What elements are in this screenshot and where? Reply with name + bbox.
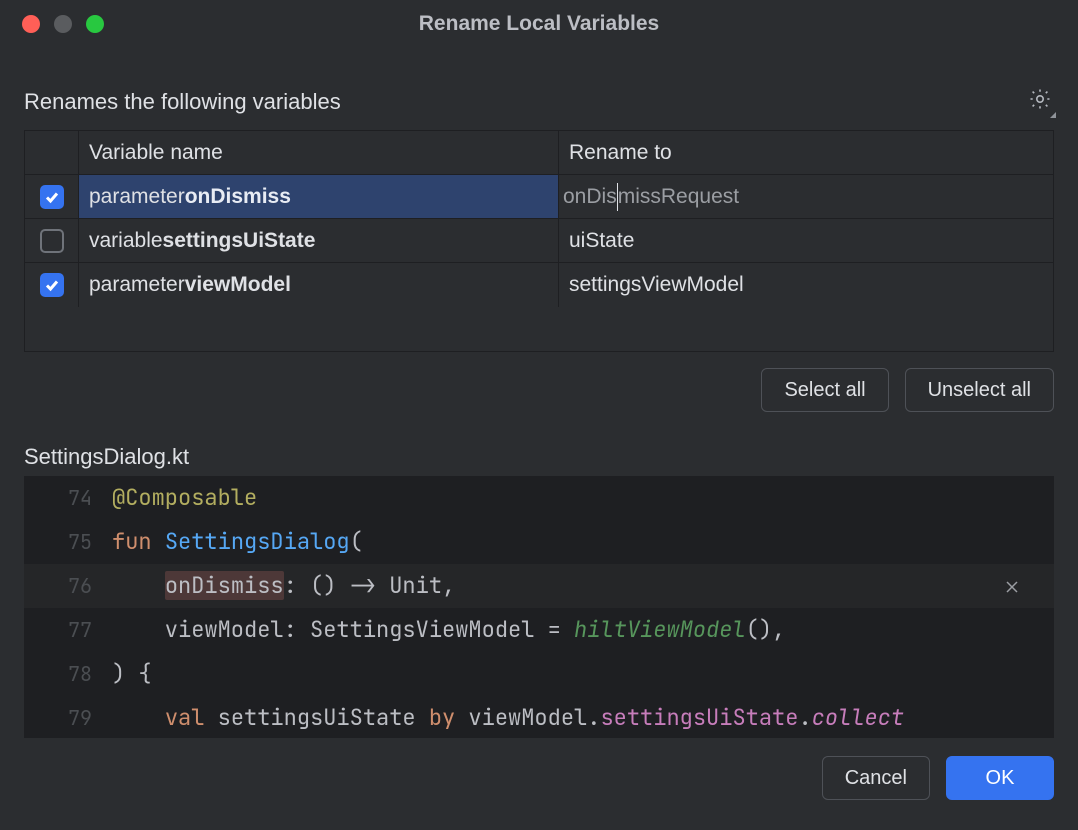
code-line: 74@Composable <box>24 476 1054 520</box>
variable-name-cell[interactable]: variable settingsUiState <box>79 219 559 262</box>
line-number: 74 <box>24 488 104 508</box>
code-line: 79 val settingsUiState by viewModel.sett… <box>24 696 1054 738</box>
row-checkbox[interactable] <box>40 273 64 297</box>
preview-filename: SettingsDialog.kt <box>24 444 1054 470</box>
column-header-name[interactable]: Variable name <box>79 131 559 174</box>
table-header: Variable name Rename to <box>25 131 1053 175</box>
code-line: 75fun SettingsDialog( <box>24 520 1054 564</box>
code-preview[interactable]: 74@Composable75fun SettingsDialog(76 onD… <box>24 476 1054 738</box>
table-row[interactable]: variable settingsUiStateuiState <box>25 219 1053 263</box>
line-number: 79 <box>24 708 104 728</box>
text-caret <box>617 183 618 211</box>
cancel-button[interactable]: Cancel <box>822 756 930 800</box>
code-line: 76 onDismiss: () -> Unit, <box>24 564 1054 608</box>
unselect-all-button[interactable]: Unselect all <box>905 368 1054 412</box>
line-number: 76 <box>24 576 104 596</box>
code-line: 78) { <box>24 652 1054 696</box>
line-number: 77 <box>24 620 104 640</box>
close-preview-button[interactable] <box>1000 576 1024 600</box>
line-number: 78 <box>24 664 104 684</box>
row-checkbox[interactable] <box>40 185 64 209</box>
ok-button[interactable]: OK <box>946 756 1054 800</box>
row-checkbox[interactable] <box>40 229 64 253</box>
column-header-rename[interactable]: Rename to <box>559 131 1053 174</box>
close-icon <box>1004 578 1020 598</box>
rename-to-cell[interactable]: uiState <box>559 219 1053 262</box>
line-number: 75 <box>24 532 104 552</box>
select-all-button[interactable]: Select all <box>761 368 888 412</box>
variable-name-cell[interactable]: parameter viewModel <box>79 263 559 307</box>
dialog-subtitle: Renames the following variables <box>24 89 341 115</box>
table-footer-spacer <box>25 307 1053 351</box>
rename-to-cell[interactable]: onDismissRequest <box>559 175 1053 218</box>
variable-name-cell[interactable]: parameter onDismiss <box>79 175 559 218</box>
window-title: Rename Local Variables <box>0 12 1078 36</box>
table-row[interactable]: parameter viewModelsettingsViewModel <box>25 263 1053 307</box>
code-line: 77 viewModel: SettingsViewModel = hiltVi… <box>24 608 1054 652</box>
titlebar: Rename Local Variables <box>0 0 1078 48</box>
rename-to-cell[interactable]: settingsViewModel <box>559 263 1053 307</box>
settings-button[interactable] <box>1026 88 1054 116</box>
table-row[interactable]: parameter onDismissonDismissRequest <box>25 175 1053 219</box>
variables-table: Variable name Rename to parameter onDism… <box>24 130 1054 352</box>
dropdown-corner-icon <box>1050 112 1056 118</box>
gear-icon <box>1028 87 1052 117</box>
